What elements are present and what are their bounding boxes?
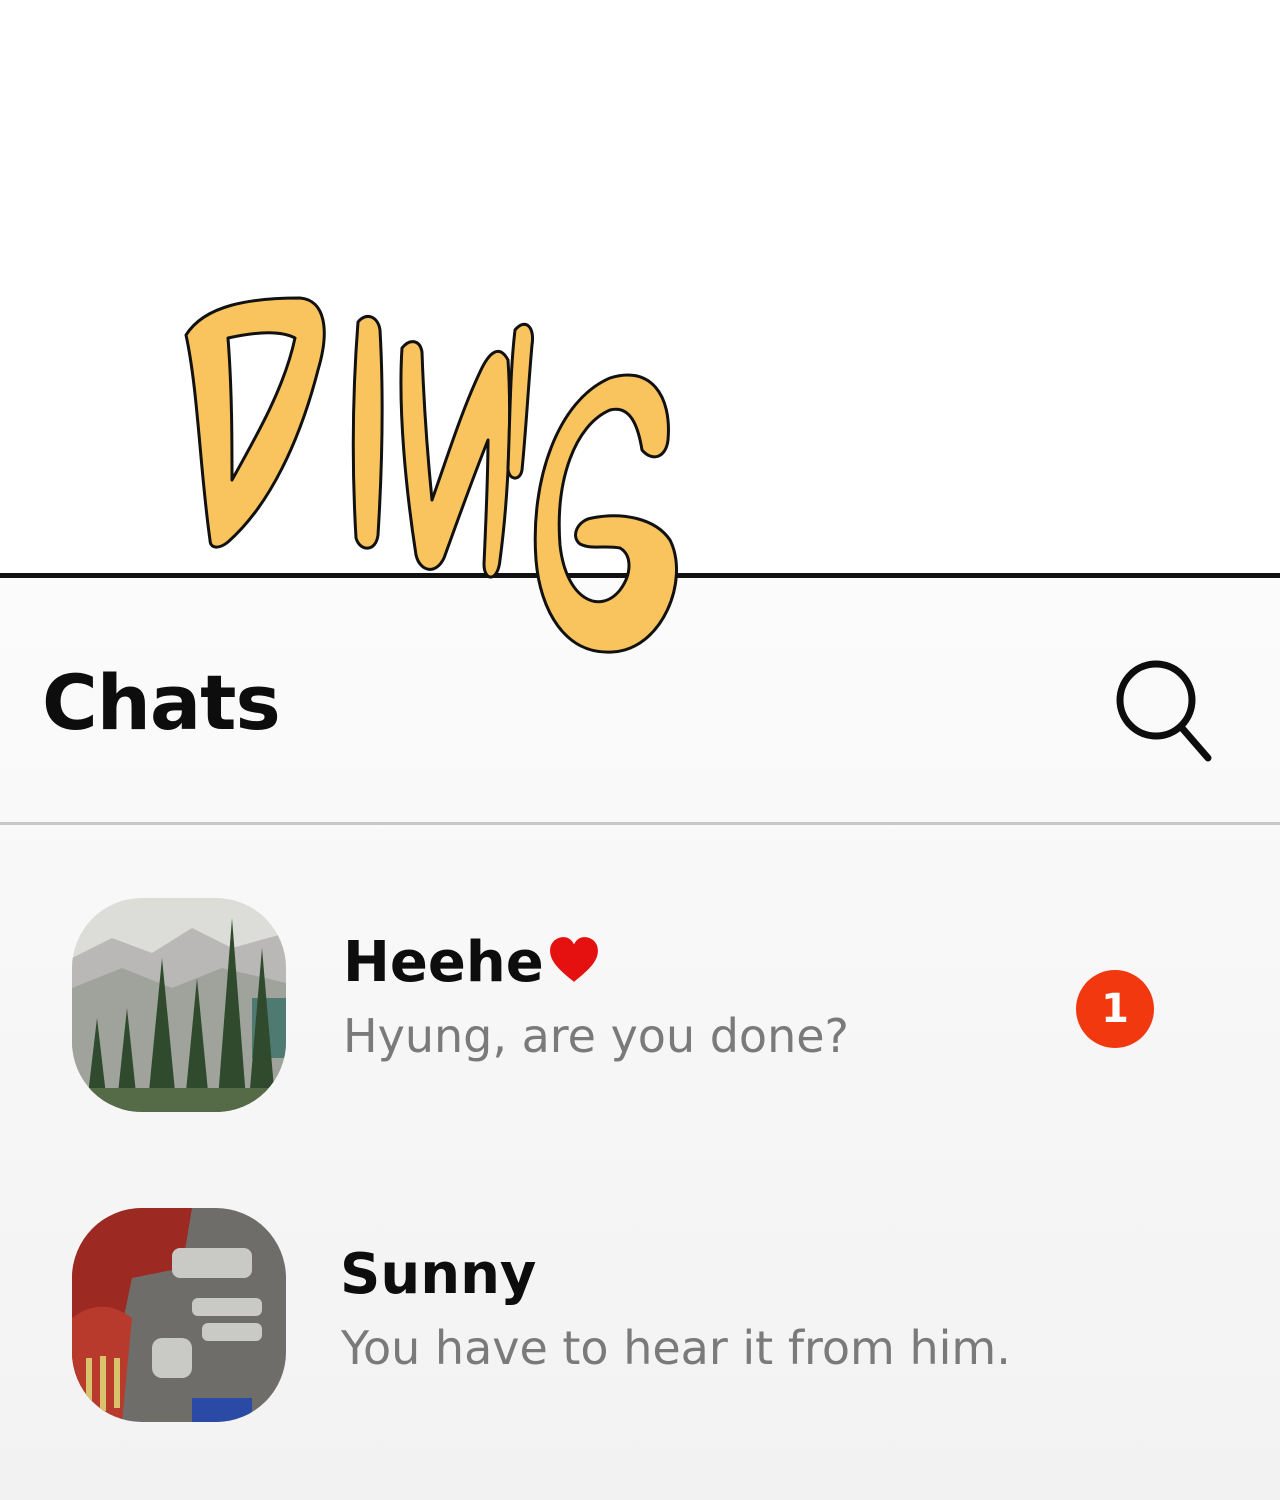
chat-name-text: Heehe [343, 930, 544, 995]
heart-icon [549, 936, 598, 982]
avatar-engine-photo [72, 1208, 286, 1422]
chat-name: Heehe [343, 930, 600, 996]
page-title: Chats [42, 658, 281, 747]
ding-sound-effect [184, 296, 678, 654]
header-divider [0, 822, 1280, 825]
chat-preview: Hyung, are you done? [343, 1009, 849, 1063]
chat-list-item-sunny[interactable]: Sunny You have to hear it from him. [0, 1190, 1280, 1440]
chat-name: Sunny [340, 1242, 537, 1307]
avatar-forest-photo [72, 898, 286, 1112]
chat-preview: You have to hear it from him. [341, 1321, 1011, 1375]
search-button[interactable] [1108, 654, 1218, 764]
chat-list-item-heehe[interactable]: Heehe Hyung, are you done? 1 [0, 880, 1280, 1130]
chats-header: Chats [0, 640, 1280, 825]
unread-badge: 1 [1076, 970, 1154, 1048]
search-icon [1116, 660, 1212, 762]
